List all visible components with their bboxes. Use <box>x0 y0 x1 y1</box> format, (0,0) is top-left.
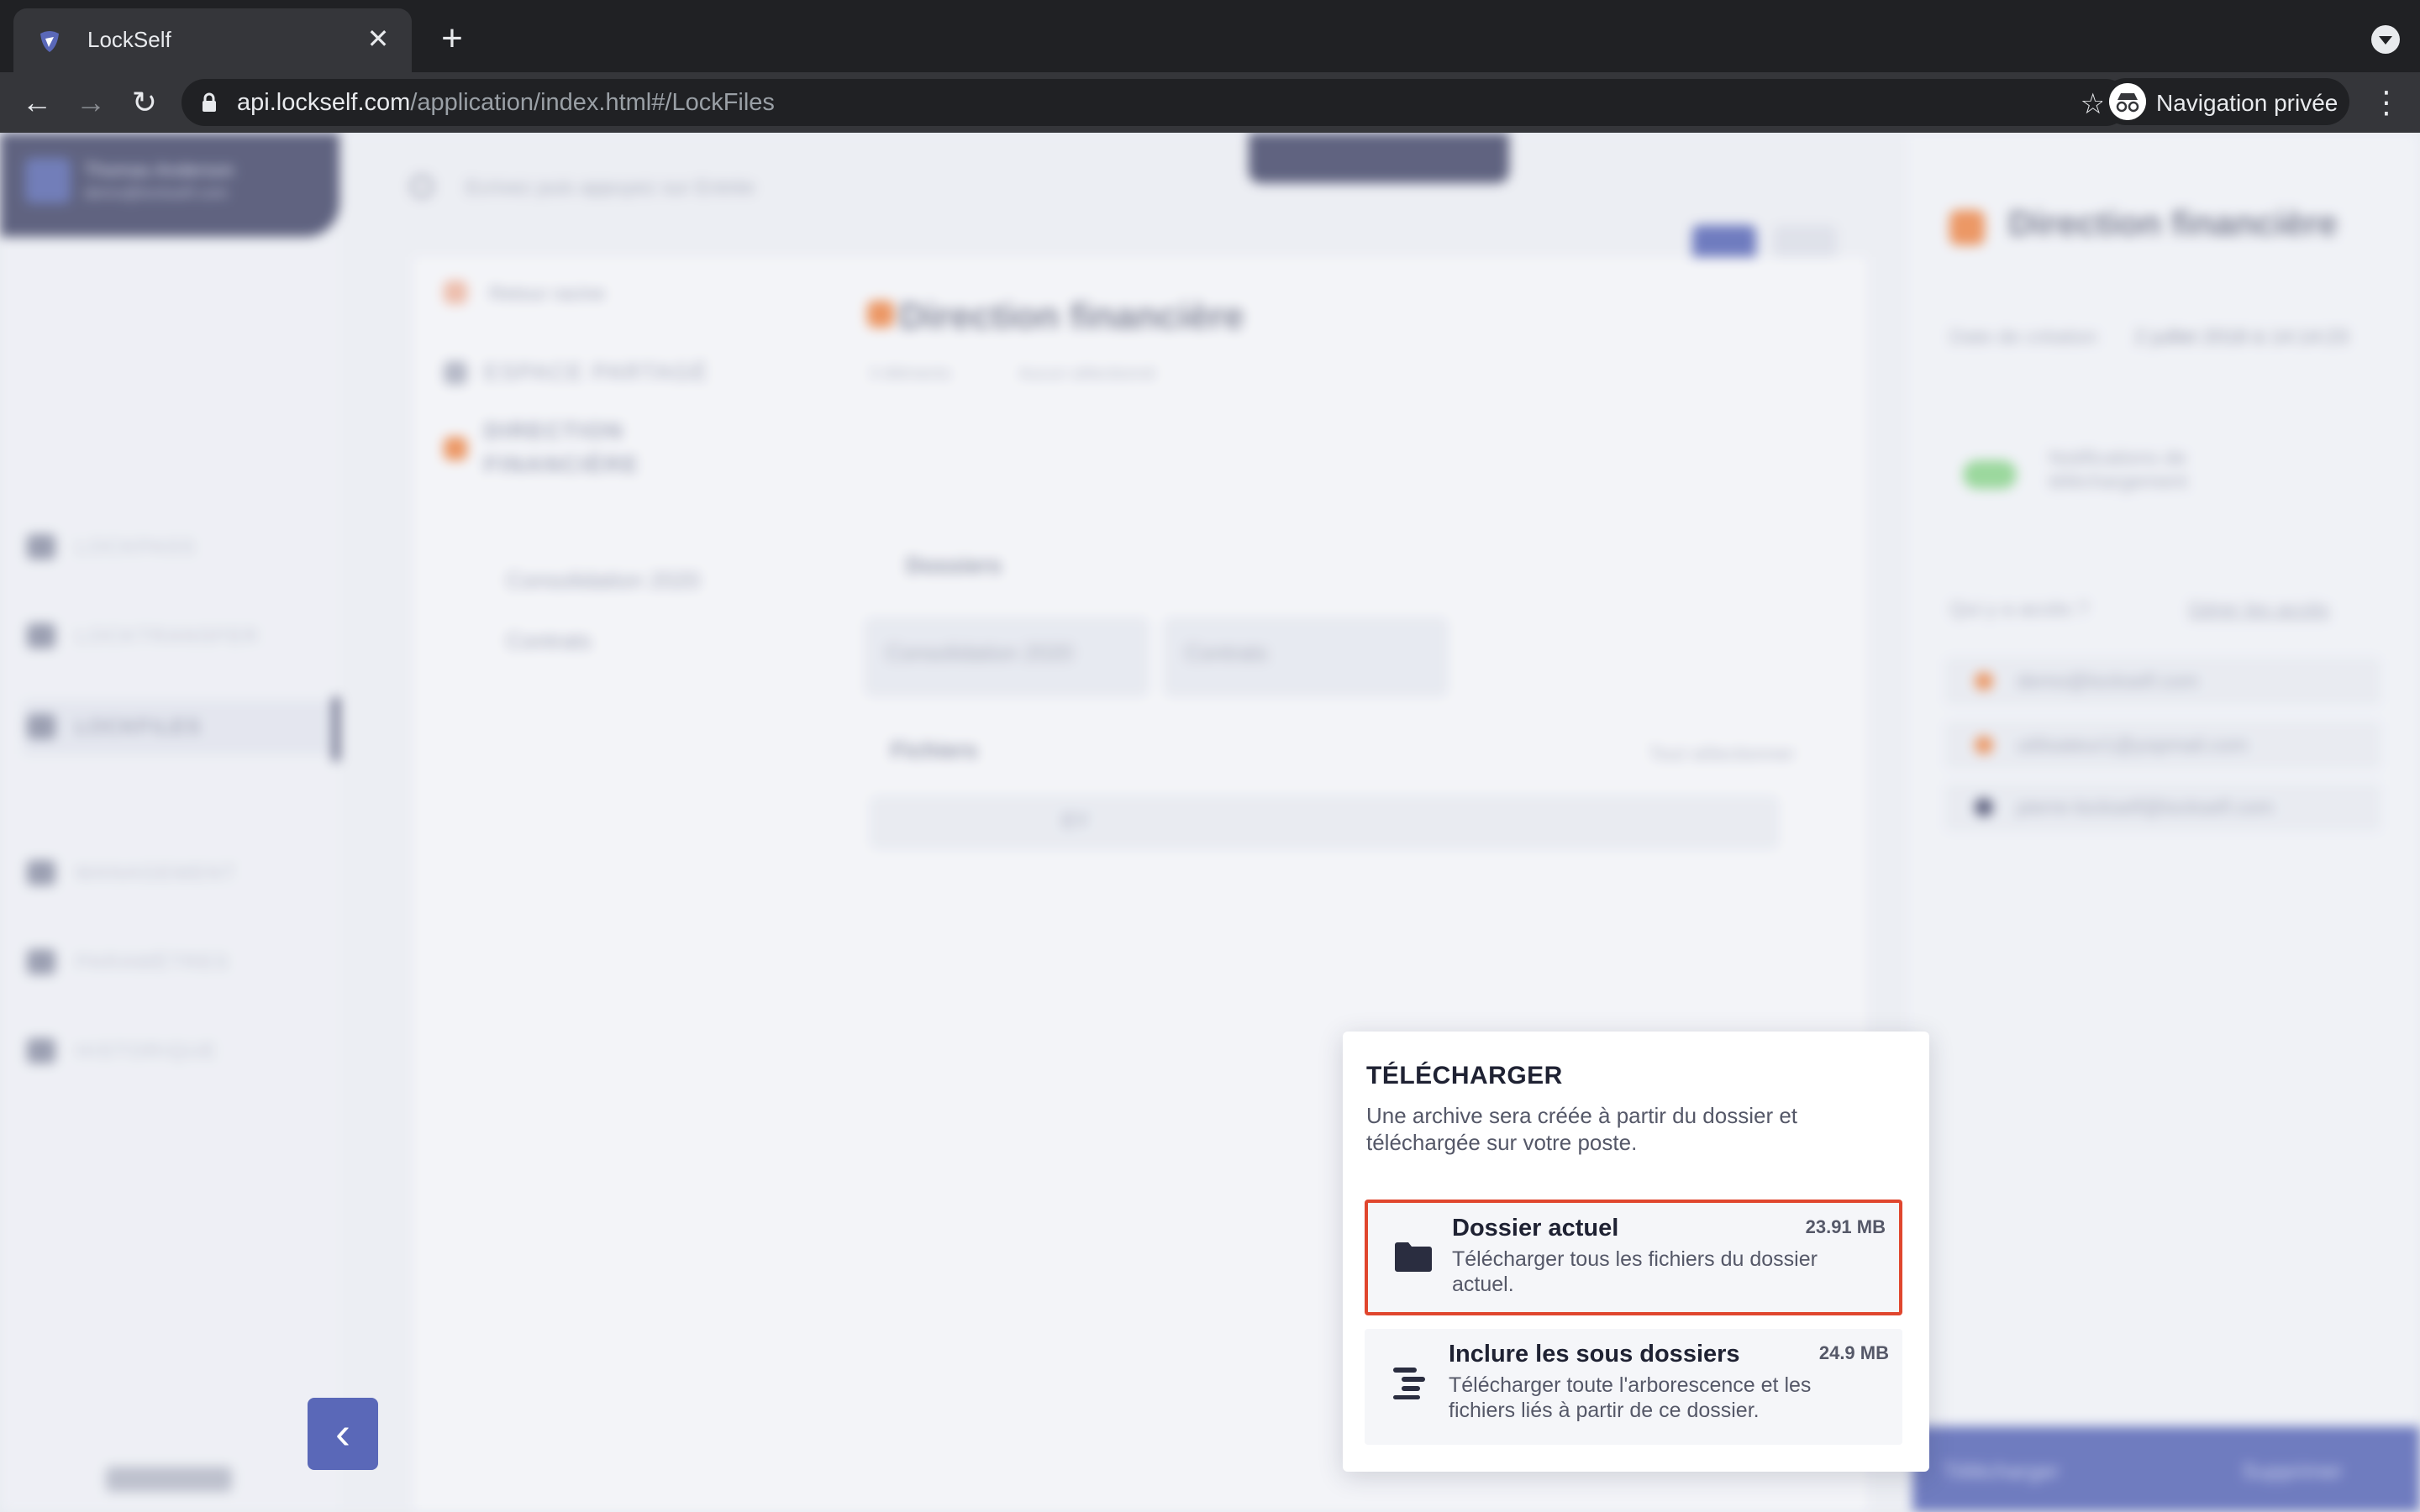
url-path: /application/index.html#/LockFiles <box>410 89 775 116</box>
private-mode-badge[interactable]: Navigation privée <box>2102 78 2349 125</box>
browser-tab[interactable]: LockSelf ✕ <box>13 8 412 72</box>
app-area: Thomas Anderson demo@lockself.com LOCKPA… <box>0 133 2420 1512</box>
reload-icon[interactable]: ↻ <box>124 82 165 123</box>
lock-icon <box>203 92 216 112</box>
browser-tab-bar: LockSelf ✕ + <box>0 0 2420 72</box>
private-mode-label: Navigation privée <box>2156 90 2338 116</box>
lockself-favicon-icon <box>40 31 59 52</box>
address-bar[interactable]: api.lockself.com/application/index.html#… <box>182 79 2129 126</box>
collapse-sidebar-button[interactable]: ‹ <box>308 1398 378 1470</box>
modal-backdrop[interactable] <box>0 133 2420 1512</box>
popover-title: TÉLÉCHARGER <box>1366 1062 1563 1089</box>
option-size: 23.91 MB <box>1805 1216 1886 1237</box>
url-domain: api.lockself.com <box>237 89 411 116</box>
option-description: Télécharger tous les fichiers du dossier… <box>1452 1247 1818 1296</box>
option-current-folder[interactable]: Dossier actuel 23.91 MB Télécharger tous… <box>1365 1200 1902 1315</box>
option-include-subfolders[interactable]: Inclure les sous dossiers 24.9 MB Téléch… <box>1365 1329 1902 1445</box>
back-arrow-icon[interactable]: ← <box>17 82 57 123</box>
popover-description: Une archive sera créée à partir du dossi… <box>1366 1103 1798 1155</box>
download-popover: TÉLÉCHARGER Une archive sera créée à par… <box>1343 1032 1929 1472</box>
tab-close-icon[interactable]: ✕ <box>361 22 395 55</box>
folder-icon <box>1395 1242 1432 1272</box>
tab-search-icon[interactable] <box>2371 25 2400 54</box>
tab-title: LockSelf <box>87 27 171 52</box>
browser-toolbar: ← → ↻ api.lockself.com/application/index… <box>0 72 2420 133</box>
option-title: Inclure les sous dossiers <box>1449 1341 1740 1368</box>
tree-icon <box>1393 1368 1425 1399</box>
option-size: 24.9 MB <box>1818 1342 1889 1363</box>
option-title: Dossier actuel <box>1452 1215 1619 1242</box>
option-description: Télécharger toute l'arborescence et les … <box>1449 1373 1812 1422</box>
new-tab-button[interactable]: + <box>434 20 471 59</box>
url-text[interactable]: api.lockself.com/application/index.html#… <box>237 89 775 117</box>
browser-menu-icon[interactable]: ⋮ <box>2371 84 2402 121</box>
forward-arrow-icon[interactable]: → <box>71 82 111 123</box>
incognito-icon <box>2109 83 2146 120</box>
